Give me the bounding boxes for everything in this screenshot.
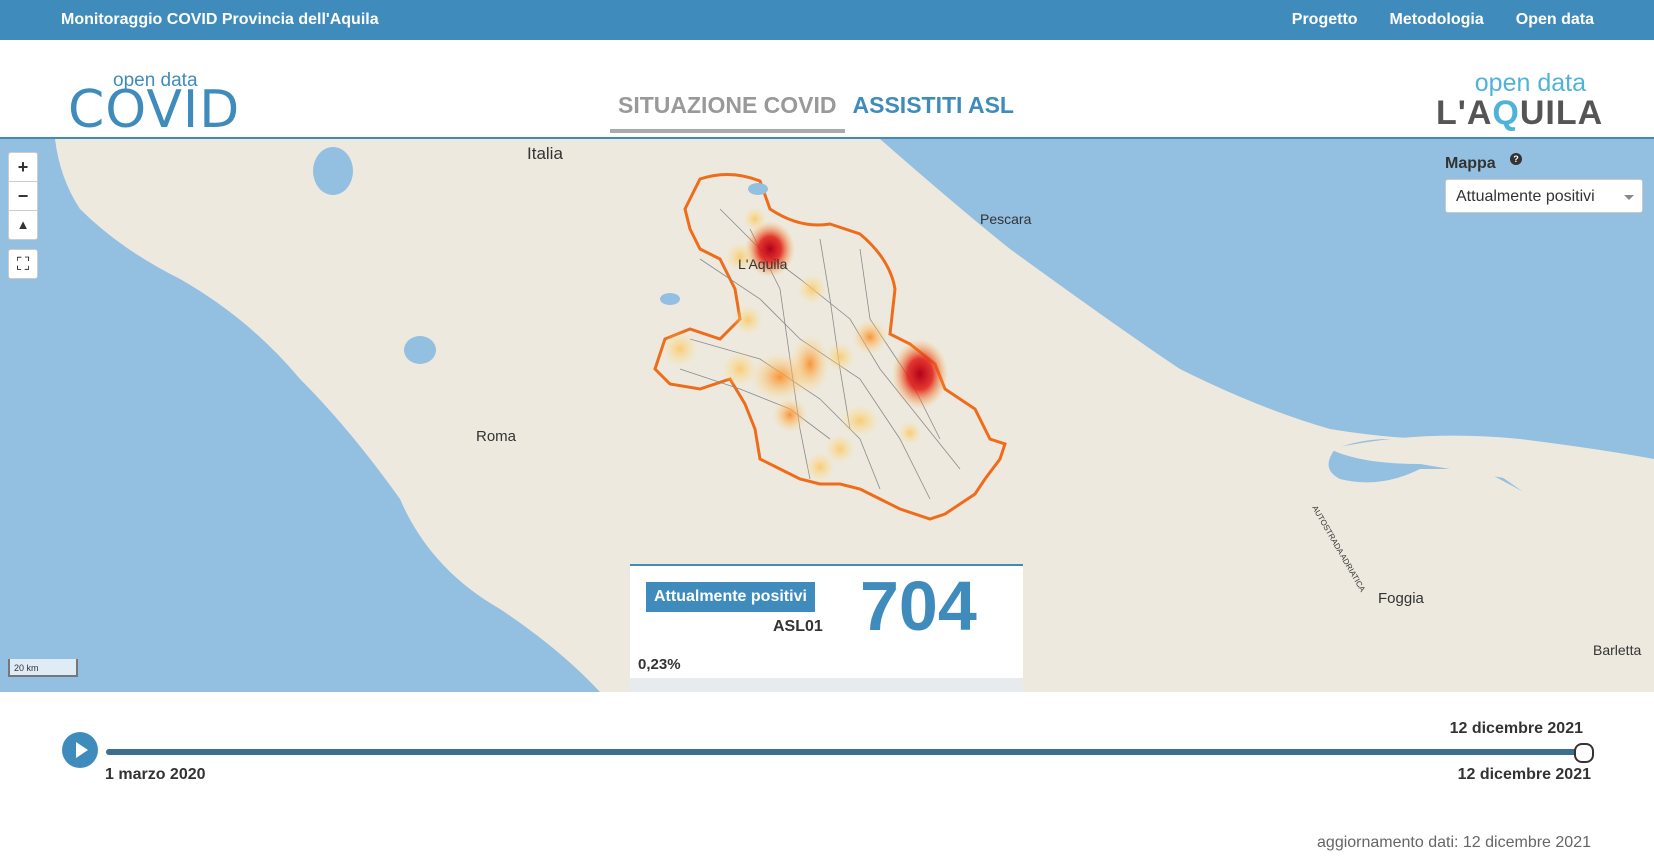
timeline-end-date: 12 dicembre 2021 <box>1457 766 1591 783</box>
metric-badge: Attualmente positivi <box>646 582 815 612</box>
zoom-in-button[interactable]: + <box>9 153 37 182</box>
nav-open-data[interactable]: Open data <box>1516 11 1594 29</box>
label-pescara: Pescara <box>980 211 1032 227</box>
timeline: 12 dicembre 2021 1 marzo 2020 12 dicembr… <box>0 692 1654 864</box>
timeline-start-date: 1 marzo 2020 <box>105 766 206 783</box>
info-panel: Attualmente positivi ASL01 704 0,23% <box>630 564 1023 694</box>
logo-laquila-text: L'AQUILA <box>1436 94 1604 132</box>
play-icon[interactable] <box>62 732 98 768</box>
data-updated-text: aggiornamento dati: 12 dicembre 2021 <box>1317 834 1591 851</box>
timeline-slider-handle[interactable] <box>1574 743 1594 763</box>
area-label: ASL01 <box>773 618 823 635</box>
header: open data COVID SITUAZIONE COVID ASSISTI… <box>0 40 1654 140</box>
top-bar: Monitoraggio COVID Provincia dell'Aquila… <box>0 0 1654 40</box>
timeline-slider-track[interactable] <box>106 749 1586 755</box>
zoom-controls: + − ▲ <box>8 152 38 240</box>
main-tabs: SITUAZIONE COVID ASSISTITI ASL <box>610 92 1022 133</box>
label-laquila: L'Aquila <box>738 256 788 272</box>
label-italia: Italia <box>527 144 563 163</box>
metric-value: 704 <box>860 567 977 645</box>
label-roma: Roma <box>476 428 517 445</box>
tab-assistiti-asl[interactable]: ASSISTITI ASL <box>845 92 1022 133</box>
logo-right-open-data-text: open data <box>1474 69 1586 97</box>
metric-percent: 0,23% <box>638 656 681 673</box>
chevron-down-icon <box>1624 195 1634 200</box>
top-nav: Progetto Metodologia Open data <box>1292 11 1594 29</box>
nav-metodologia[interactable]: Metodologia <box>1390 11 1484 29</box>
label-barletta: Barletta <box>1593 642 1642 658</box>
tab-situazione-covid[interactable]: SITUAZIONE COVID <box>610 92 845 133</box>
timeline-current-date: 12 dicembre 2021 <box>1449 720 1583 737</box>
map-selector-label: Mappa <box>1445 155 1496 172</box>
site-title: Monitoraggio COVID Provincia dell'Aquila <box>61 11 379 28</box>
nav-progetto[interactable]: Progetto <box>1292 11 1358 29</box>
map-layer-select[interactable]: Attualmente positivi <box>1445 179 1643 213</box>
help-icon[interactable]: ? <box>1510 153 1522 165</box>
zoom-out-button[interactable]: − <box>9 182 37 211</box>
logo-covid-text: COVID <box>68 80 241 140</box>
fullscreen-icon[interactable]: ⛶ <box>8 249 38 279</box>
reset-north-button[interactable]: ▲ <box>9 211 37 239</box>
label-foggia: Foggia <box>1378 590 1424 607</box>
map-layer-selected: Attualmente positivi <box>1456 188 1595 205</box>
scale-bar: 20 km <box>8 659 78 677</box>
